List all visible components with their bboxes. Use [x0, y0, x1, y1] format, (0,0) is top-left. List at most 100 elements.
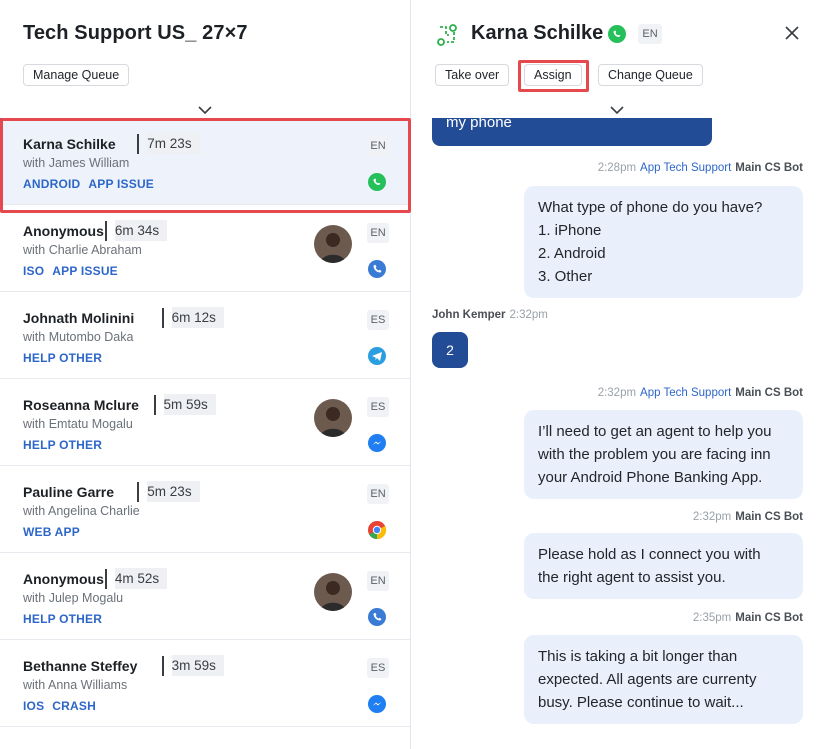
wait-time: 5m 23s: [147, 481, 200, 502]
outgoing-message: I’ll need to get an agent to help you wi…: [524, 410, 803, 499]
language-badge: ES: [367, 397, 389, 417]
message-source: App Tech Support: [640, 162, 732, 174]
manage-queue-button[interactable]: Manage Queue: [23, 64, 130, 86]
conversation-tags: ANDROID APP ISSUE: [23, 177, 162, 191]
chat-panel: Karna Schilke EN Take over Assign Change…: [412, 0, 823, 749]
conversation-name: Roseanna Mclure: [23, 397, 139, 413]
message-meta: 2:28pm App Tech Support Main CS Bot: [598, 162, 803, 174]
queue-panel: Tech Support US_ 27×7 Manage Queue Karna…: [0, 0, 411, 749]
message-text: 2: [446, 342, 454, 358]
contact-name: Karna Schilke: [471, 22, 604, 44]
message-bot: Main CS Bot: [735, 387, 803, 399]
tag: ANDROID: [23, 177, 81, 191]
incoming-message: 2: [432, 332, 468, 368]
wait-time: 6m 12s: [171, 307, 224, 328]
agent-name: with Angelina Charlie: [23, 504, 140, 518]
message-time: 2:28pm: [597, 162, 637, 174]
outgoing-message: This is taking a bit longer than expecte…: [524, 635, 803, 724]
tag: HELP OTHER: [23, 438, 103, 452]
agent-name: with Julep Mogalu: [23, 591, 124, 605]
wait-time: 5m 59s: [163, 394, 216, 415]
separator: [161, 656, 164, 676]
assign-button[interactable]: Assign: [524, 64, 582, 86]
message-meta: 2:32pm App Tech Support Main CS Bot: [598, 387, 803, 399]
phone-icon: [367, 259, 387, 279]
avatar: [314, 573, 352, 611]
messenger-icon: [367, 433, 387, 453]
chrome-icon: [367, 520, 387, 540]
app: Tech Support US_ 27×7 Manage Queue Karna…: [0, 0, 823, 749]
message-bot: Main CS Bot: [735, 612, 803, 624]
message-time: 2:32pm: [692, 511, 732, 523]
tag: HELP OTHER: [23, 351, 103, 365]
close-icon[interactable]: [783, 24, 801, 42]
conversation-tags: HELP OTHER: [23, 612, 110, 626]
conversation-tags: HELP OTHER: [23, 351, 110, 365]
conversation-item[interactable]: Karna Schilke 7m 23s with James William AND…: [0, 118, 410, 205]
conversation-item[interactable]: Johnath Molinini 6m 12s with Mutombo Daka H…: [0, 292, 410, 379]
conversation-name: Bethanne Steffey: [23, 658, 138, 674]
conversation-item[interactable]: Pauline Garre 5m 23s with Angelina Charlie…: [0, 466, 410, 553]
outgoing-message: What type of phone do you have? 1. iPhon…: [524, 186, 803, 298]
conversation-name: Anonymous: [23, 223, 104, 239]
message-text: my phone: [446, 118, 512, 131]
incoming-message: my phone: [432, 118, 712, 146]
expand-chevron-icon[interactable]: [198, 106, 212, 116]
agent-name: with Charlie Abraham: [23, 243, 142, 257]
phone-icon: [367, 607, 387, 627]
tag: CRASH: [52, 699, 96, 713]
message-meta: 2:32pm Main CS Bot: [693, 511, 803, 523]
avatar: [314, 225, 352, 263]
separator: [104, 569, 107, 589]
separator: [137, 134, 140, 154]
language-badge: EN: [367, 136, 389, 156]
conversation-name: Karna Schilke: [23, 136, 116, 152]
message-meta: John Kemper 2:32pm: [432, 309, 548, 321]
message-time: 2:32pm: [509, 309, 548, 321]
agent-name: with James William: [23, 156, 130, 170]
tag: APP ISSUE: [52, 264, 118, 278]
outgoing-message: Please hold as I connect you with the ri…: [524, 533, 803, 599]
route-icon: [436, 24, 458, 46]
language-badge: EN: [367, 484, 389, 504]
agent-name: with Anna Williams: [23, 678, 128, 692]
telegram-icon: [367, 346, 387, 366]
conversation-name: Anonymous: [23, 571, 104, 587]
messenger-icon: [367, 694, 387, 714]
conversation-name: Pauline Garre: [23, 484, 115, 500]
conversation-item[interactable]: Anonymous 6m 34s with Charlie Abraham ISO AP…: [0, 205, 410, 292]
wait-time: 7m 23s: [147, 133, 200, 154]
language-badge: ES: [367, 310, 389, 330]
language-badge: EN: [638, 24, 662, 44]
conversation-item[interactable]: Roseanna Mclure 5m 59s with Emtatu Mogalu H…: [0, 379, 410, 466]
message-time: 2:35pm: [692, 612, 732, 624]
change-queue-button[interactable]: Change Queue: [598, 64, 703, 86]
conversation-list: Karna Schilke 7m 23s with James William AND…: [0, 118, 410, 727]
message-thread: my phone 2:28pm App Tech Support Main CS B…: [412, 118, 823, 749]
message-meta: 2:35pm Main CS Bot: [693, 612, 803, 624]
agent-name: with Emtatu Mogalu: [23, 417, 133, 431]
language-badge: ES: [367, 658, 389, 678]
message-bot: Main CS Bot: [735, 511, 803, 523]
conversation-item[interactable]: Anonymous 4m 52s with Julep Mogalu HELP OTH…: [0, 553, 410, 640]
conversation-tags: IOS CRASH: [23, 699, 104, 713]
wait-time: 3m 59s: [171, 655, 224, 676]
message-bot: Main CS Bot: [735, 162, 803, 174]
separator: [161, 308, 164, 328]
avatar: [314, 399, 352, 437]
message-source: App Tech Support: [640, 387, 732, 399]
take-over-button[interactable]: Take over: [435, 64, 510, 86]
tag: ISO: [23, 264, 45, 278]
conversation-tags: WEB APP: [23, 525, 88, 539]
conversation-item[interactable]: Bethanne Steffey 3m 59s with Anna Williams…: [0, 640, 410, 727]
whatsapp-icon: [367, 172, 387, 192]
message-time: 2:32pm: [597, 387, 637, 399]
queue-title: Tech Support US_ 27×7: [23, 22, 248, 44]
conversation-name: Johnath Molinini: [23, 310, 135, 326]
expand-chevron-icon[interactable]: [610, 106, 624, 116]
message-sender: John Kemper: [432, 309, 506, 321]
conversation-tags: HELP OTHER: [23, 438, 110, 452]
whatsapp-icon: [607, 24, 627, 44]
language-badge: EN: [367, 223, 389, 243]
tag: HELP OTHER: [23, 612, 103, 626]
